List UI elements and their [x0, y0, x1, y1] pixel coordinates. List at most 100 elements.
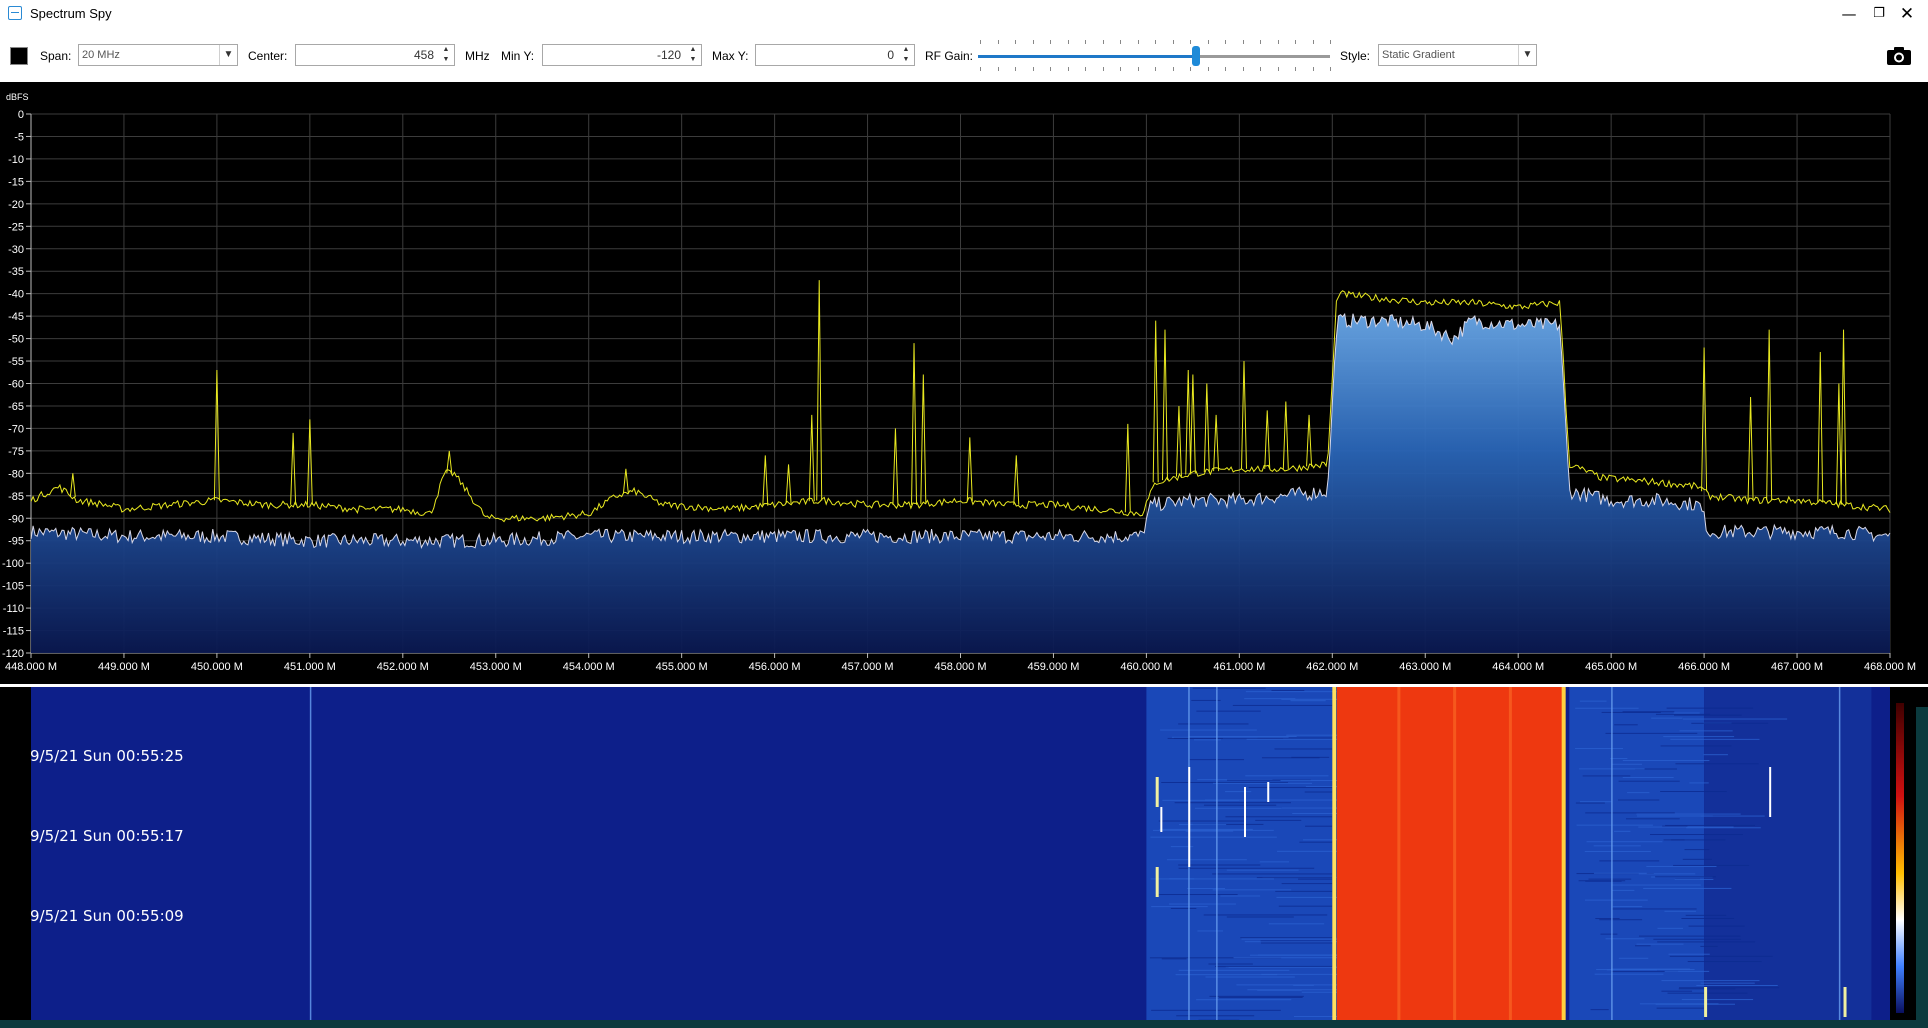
waterfall-noise	[1610, 758, 1628, 760]
waterfall-noise	[1618, 780, 1680, 782]
slider-tick	[1032, 40, 1034, 44]
waterfall-noise	[1196, 710, 1261, 712]
waterfall-noise	[1593, 845, 1641, 847]
camera-icon[interactable]	[1886, 46, 1912, 66]
waterfall-noise	[1178, 824, 1227, 826]
chevron-down-icon[interactable]: ▼	[219, 45, 237, 65]
slider-tick	[1295, 67, 1296, 71]
waterfall-noise	[1271, 689, 1305, 691]
slider-tick	[1137, 40, 1139, 44]
slider-tick	[1120, 40, 1121, 44]
waterfall-noise	[1203, 914, 1328, 916]
waterfall-noise	[1576, 824, 1653, 826]
close-button[interactable]: ✕	[1890, 2, 1924, 26]
slider-tick	[1330, 40, 1331, 44]
signal-peak	[911, 343, 918, 505]
waterfall-noise	[1606, 969, 1658, 971]
waterfall-noise	[1674, 878, 1714, 880]
waterfall-noise	[1703, 754, 1728, 756]
style-select[interactable]: Static Gradient ▼	[1378, 44, 1537, 66]
x-tick-label: 448.000 M	[5, 661, 57, 673]
slider-tick	[997, 40, 999, 44]
waterfall-noise	[1593, 872, 1647, 874]
waterfall-noise	[1682, 858, 1712, 860]
signal-peak	[1213, 414, 1220, 472]
signal-peak	[808, 414, 815, 502]
signal-peak	[1152, 320, 1159, 483]
waterfall-noise	[1611, 908, 1697, 910]
spin-up-icon[interactable]: ▲	[686, 45, 700, 55]
waterfall-display[interactable]: 9/5/21 Sun 00:55:25 9/5/21 Sun 00:55:17 …	[0, 687, 1928, 1020]
waterfall-noise	[1668, 953, 1710, 955]
slider-tick	[1102, 67, 1104, 71]
spin-down-icon[interactable]: ▼	[439, 55, 453, 65]
waterfall-noise	[1174, 802, 1291, 804]
slider-tick	[1330, 67, 1331, 71]
waterfall-hot-stripe	[1453, 687, 1457, 1020]
waterfall-noise	[1196, 999, 1292, 1001]
spin-up-icon[interactable]: ▲	[439, 45, 453, 55]
waterfall-timestamp: 9/5/21 Sun 00:55:17	[30, 827, 184, 845]
waterfall-noise	[1278, 905, 1336, 907]
waterfall-hot-band	[1336, 687, 1565, 1020]
center-input[interactable]: 458 ▲ ▼	[295, 44, 455, 66]
waterfall-noise	[1204, 799, 1338, 801]
signal-peak	[290, 432, 297, 505]
waterfall-noise	[1649, 834, 1743, 836]
waterfall-noise	[1590, 1009, 1609, 1011]
span-select[interactable]: 20 MHz ▼	[78, 44, 238, 66]
waterfall-noise	[1643, 887, 1732, 889]
spectrum-plot[interactable]: dBFS 0 -5 -10 -15 -20 -25 -30 -35 -40 -45 -50 -55 -6…	[0, 82, 1928, 684]
y-tick-label: -35	[8, 266, 24, 278]
waterfall-noise	[1673, 864, 1750, 866]
signal-peak	[1817, 352, 1824, 503]
spin-down-icon[interactable]: ▼	[899, 55, 913, 65]
waterfall-noise	[1151, 906, 1208, 908]
waterfall-noise	[1670, 738, 1760, 740]
title-bar[interactable]: Spectrum Spy — ❐ ✕	[0, 0, 1928, 28]
spin-down-icon[interactable]: ▼	[686, 55, 700, 65]
waterfall-carrier-line	[1216, 687, 1218, 1020]
waterfall-noise	[1661, 990, 1693, 992]
waterfall-signal-burst	[1188, 767, 1191, 867]
waterfall-noise	[1188, 736, 1297, 738]
signal-peak	[1264, 410, 1271, 469]
waterfall-noise	[1159, 828, 1253, 830]
waterfall-band-edge	[1561, 687, 1566, 1020]
signal-peak	[966, 437, 973, 502]
x-tick-label: 463.000 M	[1399, 661, 1451, 673]
waterfall-noise	[1625, 818, 1680, 820]
x-tick-label: 454.000 M	[563, 661, 615, 673]
slider-track-remaining[interactable]	[1196, 55, 1330, 58]
waterfall-noise	[1212, 873, 1342, 875]
max-y-input[interactable]: 0 ▲ ▼	[755, 44, 915, 66]
waterfall-noise	[1178, 867, 1315, 869]
waterfall-noise	[1205, 976, 1295, 978]
y-tick-label: -25	[8, 221, 24, 233]
waterfall-noise	[1170, 907, 1197, 909]
chevron-down-icon[interactable]: ▼	[1518, 45, 1536, 65]
waterfall-noise	[1682, 718, 1788, 720]
spin-up-icon[interactable]: ▲	[899, 45, 913, 55]
trace-color-picker[interactable]	[10, 47, 28, 65]
y-tick-label: -105	[2, 581, 24, 593]
minimize-button[interactable]: —	[1832, 2, 1866, 26]
style-value: Static Gradient	[1382, 49, 1455, 61]
waterfall-noise	[1681, 999, 1754, 1001]
span-label: Span:	[40, 49, 72, 63]
slider-tick	[1312, 67, 1314, 71]
signal-peak	[1013, 455, 1020, 505]
waterfall-noise	[1657, 927, 1684, 929]
waterfall-noise	[1679, 730, 1733, 732]
y-tick-label: -40	[8, 289, 24, 301]
x-tick-label: 456.000 M	[749, 661, 801, 673]
x-tick-label: 468.000 M	[1864, 661, 1916, 673]
slider-tick	[1102, 40, 1104, 44]
waterfall-noise	[1578, 880, 1626, 882]
min-y-input[interactable]: -120 ▲ ▼	[542, 44, 702, 66]
waterfall-timestamp: 9/5/21 Sun 00:55:25	[30, 747, 184, 765]
slider-thumb[interactable]	[1192, 46, 1201, 66]
signal-peak	[1766, 329, 1773, 501]
waterfall-noise	[1255, 819, 1302, 821]
waterfall-noise	[1245, 691, 1337, 693]
